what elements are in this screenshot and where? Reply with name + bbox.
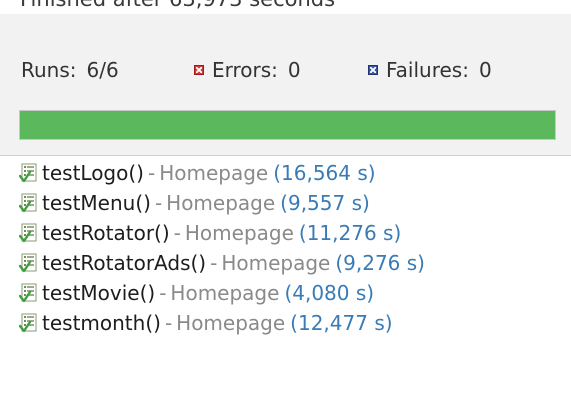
test-class: Homepage	[184, 221, 294, 245]
errors-counter: Errors: 0	[194, 58, 301, 82]
failure-icon	[368, 65, 378, 75]
failures-counter: Failures: 0	[368, 58, 492, 82]
test-separator: -	[164, 311, 173, 335]
test-progress-bar	[19, 110, 556, 140]
failures-value: 0	[478, 58, 492, 82]
test-duration: (11,276 s)	[298, 221, 402, 245]
test-duration: (9,276 s)	[335, 251, 425, 275]
test-class: Homepage	[166, 191, 276, 215]
failures-label: Failures:	[386, 58, 469, 82]
test-separator: -	[147, 161, 156, 185]
test-row[interactable]: testRotatorAds() - Homepage (9,276 s)	[0, 248, 571, 278]
test-name: testLogo()	[42, 161, 144, 185]
test-separator: -	[210, 251, 218, 275]
test-pass-icon	[19, 252, 41, 274]
finished-status-bar: Finished after 63,973 seconds	[0, 0, 571, 14]
test-separator: -	[159, 281, 167, 305]
test-separator: -	[154, 191, 163, 215]
error-icon	[194, 65, 204, 75]
test-duration: (4,080 s)	[284, 281, 375, 305]
test-pass-icon	[19, 192, 41, 214]
test-duration: (12,477 s)	[290, 311, 393, 335]
test-results-list: testLogo() - Homepage (16,564 s) testMen…	[0, 157, 571, 338]
test-row[interactable]: testRotator() - Homepage (11,276 s)	[0, 218, 571, 248]
test-row[interactable]: testMenu() - Homepage (9,557 s)	[0, 188, 571, 218]
errors-value: 0	[287, 58, 301, 82]
finished-text: Finished after 63,973 seconds	[20, 0, 335, 11]
test-duration: (16,564 s)	[273, 161, 376, 185]
test-separator: -	[173, 221, 181, 245]
test-pass-icon	[19, 162, 41, 184]
test-name: testMovie()	[42, 281, 156, 305]
test-duration: (9,557 s)	[280, 191, 370, 215]
test-pass-icon	[19, 282, 41, 304]
test-pass-icon	[19, 222, 41, 244]
test-class: Homepage	[170, 281, 280, 305]
test-counters: Runs: 6/6 Errors: 0 Failures: 0	[0, 58, 571, 86]
runs-label: Runs:	[21, 58, 77, 82]
test-class: Homepage	[221, 251, 331, 275]
test-class: Homepage	[176, 311, 286, 335]
test-row[interactable]: testMovie() - Homepage (4,080 s)	[0, 278, 571, 308]
test-row[interactable]: testLogo() - Homepage (16,564 s)	[0, 158, 571, 188]
test-name: testRotator()	[42, 221, 170, 245]
test-row[interactable]: testmonth() - Homepage (12,477 s)	[0, 308, 571, 338]
test-class: Homepage	[159, 161, 269, 185]
test-pass-icon	[19, 312, 41, 334]
test-name: testMenu()	[42, 191, 151, 215]
runs-counter: Runs: 6/6	[21, 58, 119, 82]
errors-label: Errors:	[212, 58, 278, 82]
runs-value: 6/6	[86, 58, 119, 82]
test-name: testRotatorAds()	[42, 251, 207, 275]
test-name: testmonth()	[42, 311, 161, 335]
test-summary-panel: Runs: 6/6 Errors: 0 Failures: 0	[0, 14, 571, 156]
test-progress-fill	[20, 111, 555, 139]
